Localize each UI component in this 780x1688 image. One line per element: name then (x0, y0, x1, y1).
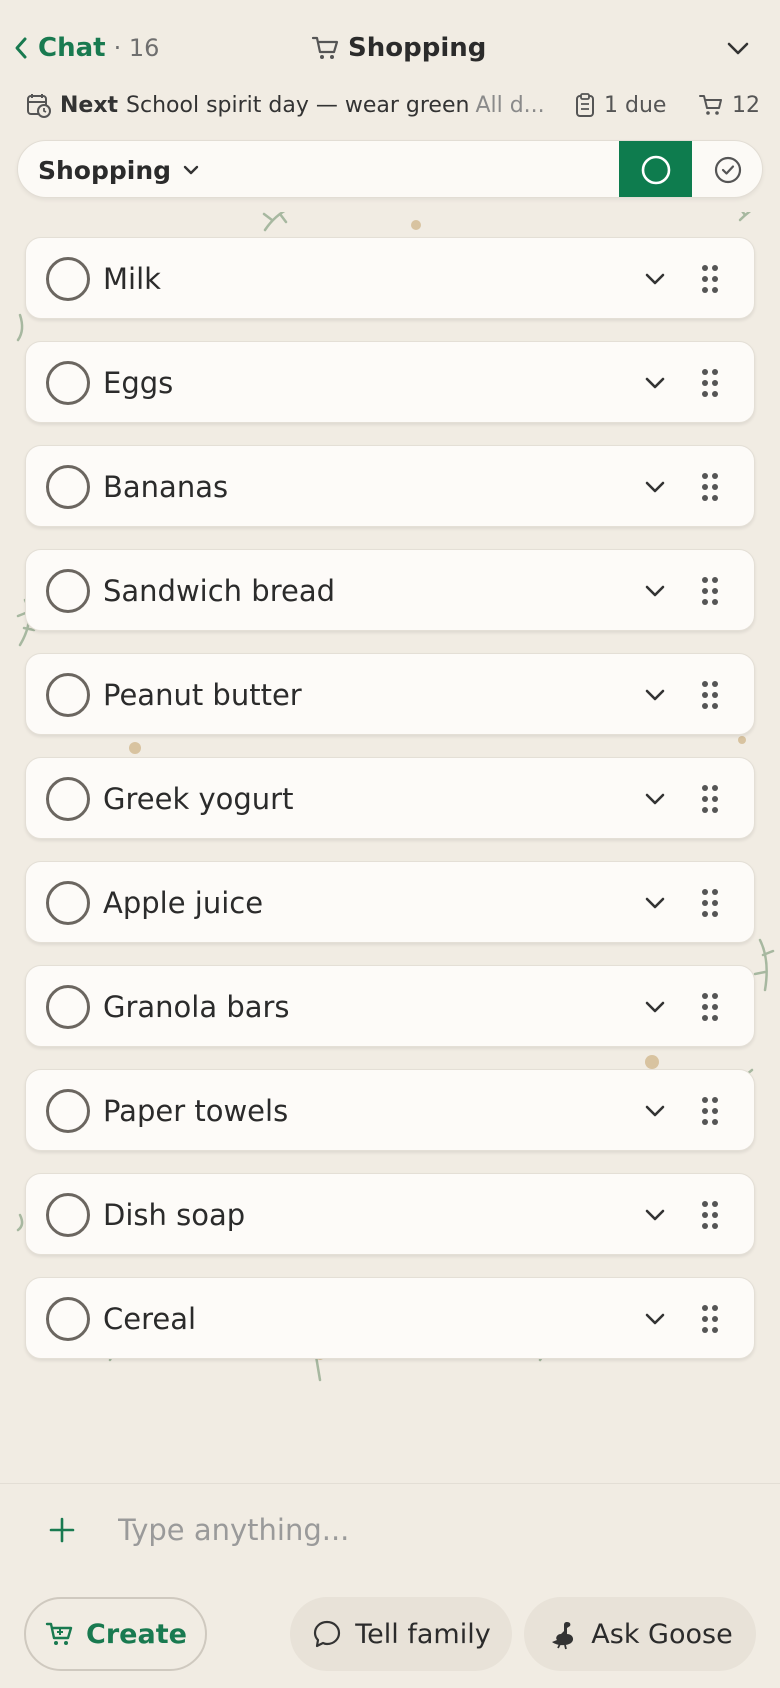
item-checkbox[interactable] (46, 569, 90, 613)
chevron-down-icon[interactable] (639, 887, 671, 919)
plus-icon[interactable] (46, 1514, 78, 1546)
list-item[interactable]: Eggs (25, 341, 755, 423)
item-checkbox[interactable] (46, 985, 90, 1029)
cart-count-badge[interactable]: 12 (698, 92, 760, 118)
item-label: Cereal (103, 1302, 197, 1336)
item-checkbox[interactable] (46, 1297, 90, 1341)
calendar-clock-icon (27, 94, 51, 118)
chevron-down-icon[interactable] (722, 32, 754, 64)
next-event-time: All d... (475, 92, 545, 118)
item-label: Paper towels (103, 1094, 289, 1128)
page-title: Shopping (310, 30, 486, 66)
list-item[interactable]: Paper towels (25, 1069, 755, 1151)
header-row: Chat · 16 Shopping (0, 26, 780, 70)
list-item[interactable]: Peanut butter (25, 653, 755, 735)
clipboard-icon (576, 93, 594, 117)
cart-icon (699, 95, 722, 115)
chevron-down-icon[interactable] (639, 1303, 671, 1335)
list-item[interactable]: Greek yogurt (25, 757, 755, 839)
chevron-down-icon[interactable] (639, 471, 671, 503)
drag-handle-icon[interactable] (698, 1301, 722, 1337)
list-selector-dropdown[interactable]: Shopping (38, 141, 201, 197)
item-checkbox[interactable] (46, 673, 90, 717)
chevron-down-icon[interactable] (639, 783, 671, 815)
list-filter-bar: Shopping (17, 140, 763, 198)
ask-goose-label: Ask Goose (591, 1618, 733, 1650)
create-button[interactable]: Create (24, 1597, 207, 1671)
item-label: Eggs (103, 366, 174, 400)
chat-bubble-icon (314, 1620, 341, 1648)
due-badge[interactable]: 1 due (574, 92, 666, 118)
drag-handle-icon[interactable] (698, 989, 722, 1025)
list-item[interactable]: Milk (25, 237, 755, 319)
due-text: 1 due (604, 92, 667, 118)
chat-count: · 16 (113, 34, 160, 62)
create-label: Create (86, 1618, 187, 1650)
cart-count: 12 (732, 92, 760, 118)
drag-handle-icon[interactable] (698, 781, 722, 817)
item-checkbox[interactable] (46, 881, 90, 925)
item-checkbox[interactable] (46, 257, 90, 301)
check-circle-icon (714, 156, 742, 184)
back-label: Chat (38, 33, 106, 63)
list-item[interactable]: Apple juice (25, 861, 755, 943)
chevron-down-icon[interactable] (639, 367, 671, 399)
drag-handle-icon[interactable] (698, 885, 722, 921)
item-checkbox[interactable] (46, 361, 90, 405)
drag-handle-icon[interactable] (698, 469, 722, 505)
top-bar: Chat · 16 Shopping Next School spirit da… (0, 0, 780, 212)
item-checkbox[interactable] (46, 1089, 90, 1133)
item-label: Apple juice (103, 886, 264, 920)
list-item[interactable]: Dish soap (25, 1173, 755, 1255)
next-label: Next (60, 92, 119, 118)
item-label: Milk (103, 262, 161, 296)
show-open-items-toggle[interactable] (619, 141, 692, 197)
composer: Create Tell family Ask Goose (0, 1483, 780, 1688)
list-item[interactable]: Granola bars (25, 965, 755, 1047)
drag-handle-icon[interactable] (698, 677, 722, 713)
item-label: Greek yogurt (103, 782, 294, 816)
list-item[interactable]: Sandwich bread (25, 549, 755, 631)
circle-icon (641, 155, 670, 185)
chevron-down-icon[interactable] (639, 1199, 671, 1231)
back-to-chat-button[interactable]: Chat · 16 (12, 30, 159, 66)
chevron-down-icon[interactable] (639, 575, 671, 607)
item-label: Bananas (103, 470, 229, 504)
item-checkbox[interactable] (46, 465, 90, 509)
chevron-down-icon[interactable] (639, 991, 671, 1023)
status-row: Next School spirit day — wear green All … (26, 88, 766, 122)
tell-family-label: Tell family (355, 1618, 491, 1650)
item-checkbox[interactable] (46, 1193, 90, 1237)
chevron-down-icon[interactable] (639, 1095, 671, 1127)
title-text: Shopping (348, 33, 487, 63)
list-item[interactable]: Cereal (25, 1277, 755, 1359)
item-label: Peanut butter (103, 678, 302, 712)
ask-goose-button[interactable]: Ask Goose (524, 1597, 756, 1671)
chevron-down-icon (183, 165, 199, 175)
message-input[interactable] (118, 1502, 738, 1558)
drag-handle-icon[interactable] (698, 365, 722, 401)
list-item[interactable]: Bananas (25, 445, 755, 527)
item-label: Granola bars (103, 990, 290, 1024)
chevron-left-icon (15, 37, 27, 59)
drag-handle-icon[interactable] (698, 573, 722, 609)
drag-handle-icon[interactable] (698, 1197, 722, 1233)
goose-icon (552, 1622, 574, 1650)
chevron-down-icon[interactable] (639, 679, 671, 711)
drag-handle-icon[interactable] (698, 1093, 722, 1129)
item-label: Sandwich bread (103, 574, 335, 608)
cart-icon (45, 1622, 73, 1645)
list-selector-label: Shopping (38, 155, 172, 185)
chevron-down-icon[interactable] (639, 263, 671, 295)
next-event[interactable]: School spirit day — wear green (126, 93, 469, 118)
show-completed-items-toggle[interactable] (692, 141, 762, 197)
tell-family-button[interactable]: Tell family (290, 1597, 512, 1671)
drag-handle-icon[interactable] (698, 261, 722, 297)
item-label: Dish soap (103, 1198, 246, 1232)
item-checkbox[interactable] (46, 777, 90, 821)
cart-icon (311, 36, 339, 59)
